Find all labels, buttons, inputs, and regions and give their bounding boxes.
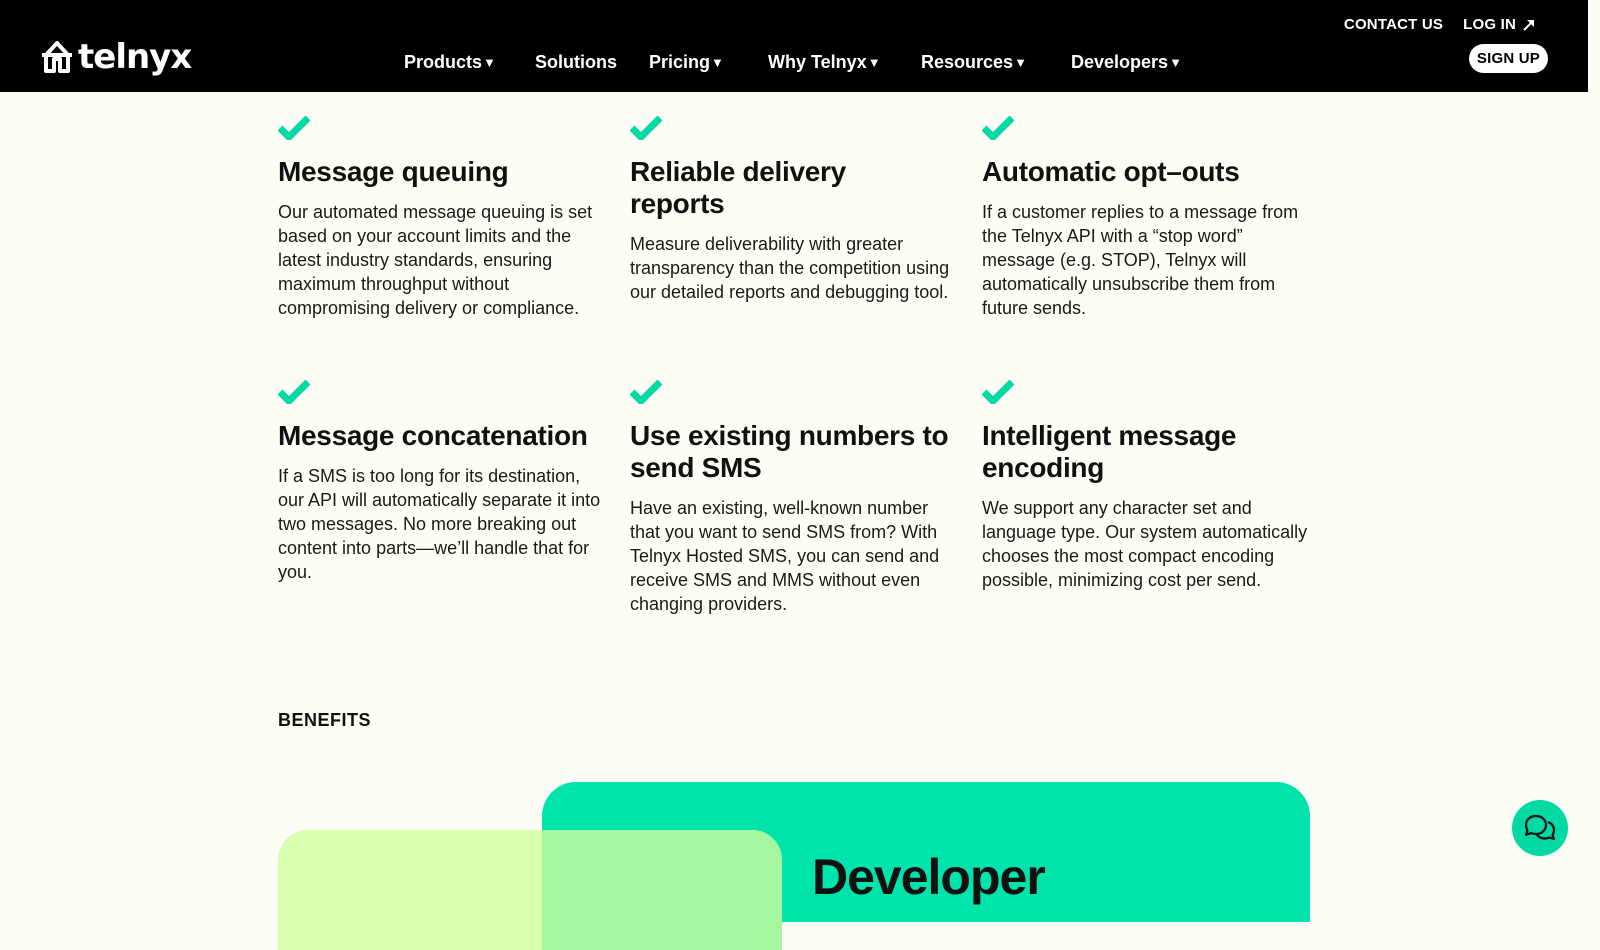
- caret-down-icon: ▼: [711, 55, 724, 70]
- caret-down-icon: ▼: [483, 55, 496, 70]
- nav-products-label: Products: [404, 52, 483, 72]
- feature-title: Use existing numbers to send SMS: [630, 420, 949, 483]
- nav-why-telnyx[interactable]: Why Telnyx ▼: [768, 52, 921, 73]
- feature-title: Message queuing: [278, 156, 509, 187]
- panel-heading: Developer: [812, 849, 1046, 905]
- caret-down-icon: ▼: [1014, 55, 1027, 70]
- feature-description: Our automated message queuing is set bas…: [278, 202, 593, 318]
- feature-title: Automatic opt–outs: [982, 156, 1240, 187]
- feature-description: We support any character set and languag…: [982, 498, 1308, 590]
- feature-title: Reliable delivery reports: [630, 156, 846, 219]
- chat-bubble-icon: [1524, 814, 1556, 841]
- feature-description: Measure deliverability with greater tran…: [630, 234, 950, 302]
- nav-resources-label: Resources: [921, 52, 1014, 72]
- check-icon: [278, 379, 310, 404]
- logo-wordmark: telnyx: [78, 37, 192, 77]
- benefits-label: BENEFITS: [278, 710, 372, 730]
- feature-delivery-reports: Reliable delivery reports Measure delive…: [630, 114, 960, 304]
- feature-existing-numbers: Use existing numbers to send SMS Have an…: [630, 378, 960, 616]
- nav-pricing-label: Pricing: [649, 52, 711, 72]
- feature-description: If a SMS is too long for its destination…: [278, 466, 601, 582]
- log-in-label: LOG IN: [1463, 16, 1516, 33]
- feature-description: Have an existing, well-known number that…: [630, 498, 940, 614]
- main-nav: Products ▼ Solutions Pricing ▼ Why Telnyx ▼…: [404, 52, 1201, 73]
- telnyx-logo[interactable]: telnyx: [40, 37, 192, 77]
- utility-links: CONTACT US LOG IN: [1344, 16, 1536, 33]
- chat-button[interactable]: [1512, 800, 1568, 856]
- contact-us-link[interactable]: CONTACT US: [1344, 16, 1443, 33]
- check-icon: [278, 115, 310, 140]
- contact-us-label: CONTACT US: [1343, 16, 1444, 33]
- external-arrow-icon: [1523, 19, 1534, 31]
- feature-title: Intelligent message encoding: [982, 420, 1237, 483]
- nav-pricing[interactable]: Pricing ▼: [649, 52, 768, 73]
- benefit-panel-overlap: [542, 830, 782, 950]
- feature-concatenation: Message concatenation If a SMS is too lo…: [278, 378, 608, 584]
- caret-down-icon: ▼: [1169, 55, 1182, 70]
- nav-solutions-label: Solutions: [535, 52, 617, 72]
- check-icon: [630, 115, 662, 140]
- telnyx-logo-icon: [42, 41, 72, 73]
- feature-title: Message concatenation: [278, 420, 588, 451]
- feature-description: If a customer replies to a message from …: [982, 202, 1299, 318]
- nav-resources[interactable]: Resources ▼: [921, 52, 1071, 73]
- caret-down-icon: ▼: [867, 55, 881, 70]
- feature-opt-outs: Automatic opt–outs If a customer replies…: [982, 114, 1312, 320]
- nav-developers-label: Developers: [1071, 52, 1169, 72]
- nav-solutions[interactable]: Solutions: [535, 52, 649, 73]
- feature-message-encoding: Intelligent message encoding We support …: [982, 378, 1312, 592]
- nav-developers[interactable]: Developers ▼: [1071, 52, 1201, 73]
- check-icon: [982, 115, 1014, 140]
- log-in-link[interactable]: LOG IN: [1463, 16, 1536, 33]
- nav-why-telnyx-label: Why Telnyx: [768, 52, 867, 72]
- check-icon: [982, 379, 1014, 404]
- feature-message-queuing: Message queuing Our automated message qu…: [278, 114, 608, 320]
- check-icon: [630, 379, 662, 404]
- sign-up-button[interactable]: SIGN UP: [1468, 44, 1548, 73]
- nav-products[interactable]: Products ▼: [404, 52, 535, 73]
- site-header: telnyx CONTACT US LOG IN Products ▼ Solut…: [0, 0, 1588, 92]
